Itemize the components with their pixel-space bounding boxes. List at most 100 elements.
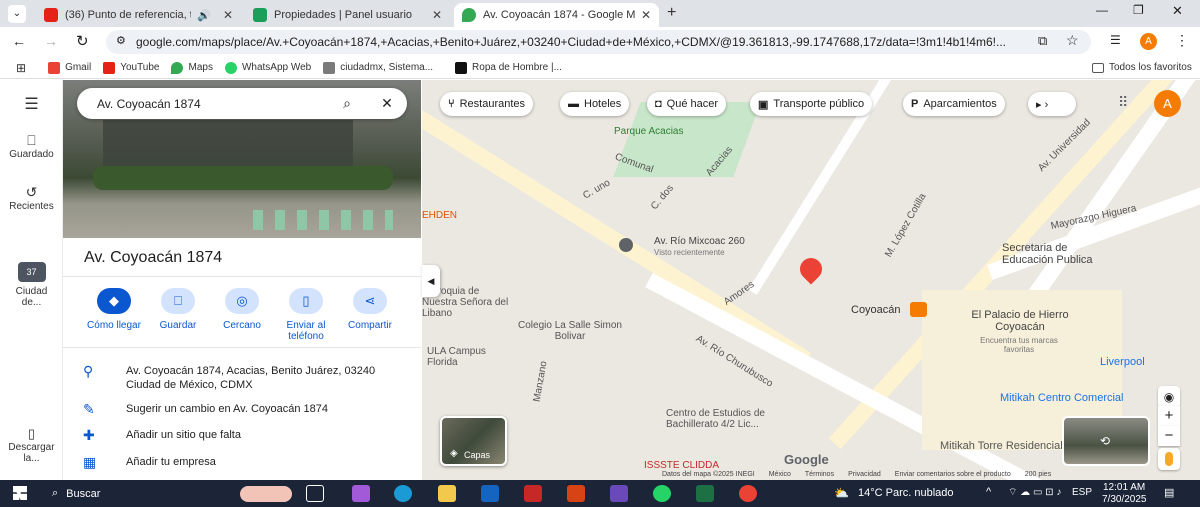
tab-youtube[interactable]: (36) Punto de referencia, tu 🔊 ✕ [36, 3, 241, 27]
rail-city[interactable]: 37 Ciudad de... [0, 262, 63, 308]
add-place-row[interactable]: ✚ Añadir un sitio que falta [83, 428, 403, 442]
bookmark-whatsapp[interactable]: WhatsApp Web [224, 61, 311, 74]
send-to-phone-button[interactable]: ▯ Enviar al teléfono [273, 288, 339, 342]
share-button[interactable]: ⋖ Compartir [337, 288, 403, 331]
teams-icon[interactable] [610, 485, 628, 502]
bookmark-youtube[interactable]: YouTube [103, 61, 159, 74]
outlook-icon[interactable] [481, 485, 499, 502]
chrome-icon[interactable] [739, 485, 757, 502]
task-view-icon[interactable] [306, 485, 324, 502]
rail-download[interactable]: ▯ Descargar la... [0, 426, 63, 464]
weather-text[interactable]: 14°C Parc. nublado [858, 487, 954, 499]
notification-icon[interactable]: ▤ [1164, 486, 1174, 499]
install-app-icon[interactable]: ⧉ [1038, 33, 1047, 49]
search-box[interactable]: Av. Coyoacán 1874 ⌕ ✕ [77, 88, 407, 119]
media-controls-icon[interactable]: ☰ [1110, 33, 1121, 47]
metro-icon[interactable] [910, 302, 927, 317]
map-scale-text[interactable]: 200 pies [1025, 471, 1051, 480]
adobe-icon[interactable] [567, 485, 585, 502]
new-tab-button[interactable]: + [667, 4, 676, 22]
pegman-button[interactable] [1158, 448, 1180, 470]
map-terms-link[interactable]: Términos [805, 471, 834, 480]
search-icon[interactable]: ⌕ [327, 95, 367, 112]
label-liverpool[interactable]: Liverpool [1100, 356, 1145, 368]
tab-maps[interactable]: Av. Coyoacán 1874 - Google M ✕ [454, 3, 659, 27]
chips-next-button[interactable]: ▸ › [1028, 92, 1076, 116]
minimize-button[interactable]: — [1096, 3, 1108, 17]
browser-menu-icon[interactable]: ⋮ [1175, 32, 1189, 49]
label-coyoacan[interactable]: Coyoacán [851, 304, 901, 316]
tab-propiedades[interactable]: Propiedades | Panel usuario ✕ [245, 3, 450, 27]
forward-icon[interactable]: → [44, 33, 58, 49]
chip-restaurantes[interactable]: ⑂ Restaurantes [440, 92, 534, 116]
bookmark-maps[interactable]: Maps [171, 61, 213, 74]
transit-icon[interactable] [619, 238, 633, 252]
bookmark-star-icon[interactable]: ☆ [1066, 32, 1079, 49]
close-icon[interactable]: ✕ [367, 95, 407, 112]
label-parque-acacias[interactable]: Parque Acacias [614, 126, 684, 137]
restore-button[interactable]: ❐ [1133, 3, 1144, 17]
street-view-thumbnail[interactable]: ⟲ [1062, 416, 1150, 466]
close-tab-icon[interactable]: ✕ [432, 8, 442, 22]
map-country-link[interactable]: México [769, 471, 791, 480]
chip-hoteles[interactable]: ▬ Hoteles [560, 92, 630, 116]
label-mitikah-centro[interactable]: Mitikah Centro Comercial [1000, 392, 1123, 404]
rail-recent[interactable]: ↺ Recientes [0, 184, 63, 212]
whatsapp-icon[interactable] [653, 485, 671, 502]
tab-list-button[interactable]: ⌄ [8, 5, 26, 23]
zoom-in-button[interactable]: + [1158, 406, 1180, 426]
label-palacio-hierro[interactable]: El Palacio de Hierro Coyoacán [970, 309, 1070, 333]
collapse-panel-button[interactable]: ◀ [422, 265, 440, 297]
site-info-icon[interactable]: ⚙ [116, 34, 126, 47]
label-rio-mixcoac-260[interactable]: Av. Río Mixcoac 260 [654, 236, 745, 247]
label-issste-clidda[interactable]: ISSSTE CLIDDA [644, 460, 719, 471]
all-bookmarks[interactable]: Todos los favoritos [1092, 62, 1192, 73]
save-button[interactable]: ⎕ Guardar [145, 288, 211, 331]
address-row[interactable]: ⚲ Av. Coyoacán 1874, Acacias, Benito Juár… [83, 364, 403, 392]
tray-icons[interactable]: ⌔ ☁ ▭ ⊡ ♪ [1008, 486, 1061, 499]
reload-icon[interactable]: ↻ [76, 32, 89, 50]
menu-icon[interactable]: ☰ [0, 94, 63, 114]
map-canvas[interactable]: Parque Acacias Av. Río Mixcoac 260 Visto… [422, 80, 1200, 480]
app-icon[interactable] [524, 485, 542, 502]
zoom-out-button[interactable]: − [1158, 426, 1180, 446]
google-apps-icon[interactable]: ⠿ [1118, 94, 1128, 111]
my-location-button[interactable]: ◉ [1158, 386, 1180, 408]
bookmark-ropa[interactable]: Ropa de Hombre |... [455, 61, 562, 74]
add-business-row[interactable]: ▦ Añadir tu empresa [83, 455, 403, 469]
taskbar-search[interactable]: ⌕ Buscar [42, 483, 292, 504]
bookmark-ciudadmx[interactable]: ciudadmx, Sistema... [323, 61, 433, 74]
label-centro-estudios[interactable]: Centro de Estudios de Bachillerato 4/2 L… [666, 408, 801, 430]
label-ula-campus[interactable]: ULA Campus Florida [427, 346, 507, 368]
profile-avatar[interactable]: A [1140, 33, 1157, 50]
apps-grid-icon[interactable]: ⊞ [16, 61, 26, 75]
maps-account-avatar[interactable]: A [1154, 90, 1181, 117]
url-field[interactable]: ⚙ google.com/maps/place/Av.+Coyoacán+187… [106, 30, 1091, 54]
clock-date[interactable]: 7/30/2025 [1102, 494, 1147, 505]
rail-saved[interactable]: ⎕ Guardado [0, 132, 63, 160]
bookmark-gmail[interactable]: Gmail [48, 61, 91, 74]
map-feedback-link[interactable]: Enviar comentarios sobre el producto [895, 471, 1011, 480]
clock-time[interactable]: 12:01 AM [1103, 482, 1145, 493]
nearby-button[interactable]: ◎ Cercano [209, 288, 275, 331]
search-input[interactable]: Av. Coyoacán 1874 [97, 97, 327, 111]
speaker-icon[interactable]: 🔊 [197, 9, 211, 22]
label-ehden[interactable]: EHDEN [422, 210, 457, 221]
close-tab-icon[interactable]: ✕ [223, 8, 233, 22]
tray-chevron-icon[interactable]: ^ [986, 486, 991, 498]
chip-transporte[interactable]: ▣ Transporte público [750, 92, 873, 116]
label-mitikah-torre[interactable]: Mitikah Torre Residencial [940, 440, 1063, 452]
layers-button[interactable]: ◈ Capas [440, 416, 507, 466]
back-icon[interactable]: ← [12, 33, 26, 49]
label-sep[interactable]: Secretaria de Educación Publica [1002, 242, 1102, 266]
close-window-button[interactable]: ✕ [1172, 3, 1183, 19]
label-colegio-la-salle[interactable]: Colegio La Salle Simon Bolivar [510, 320, 630, 342]
location-pin-marker[interactable] [795, 253, 827, 285]
suggest-edit-row[interactable]: ✎ Sugerir un cambio en Av. Coyoacán 1874 [83, 402, 403, 416]
file-explorer-icon[interactable] [438, 485, 456, 502]
map-privacy-link[interactable]: Privacidad [848, 471, 881, 480]
weather-icon[interactable]: ⛅ [834, 486, 849, 500]
edge-icon[interactable] [394, 485, 412, 502]
close-tab-icon[interactable]: ✕ [641, 8, 651, 22]
language-indicator[interactable]: ESP [1072, 487, 1092, 498]
